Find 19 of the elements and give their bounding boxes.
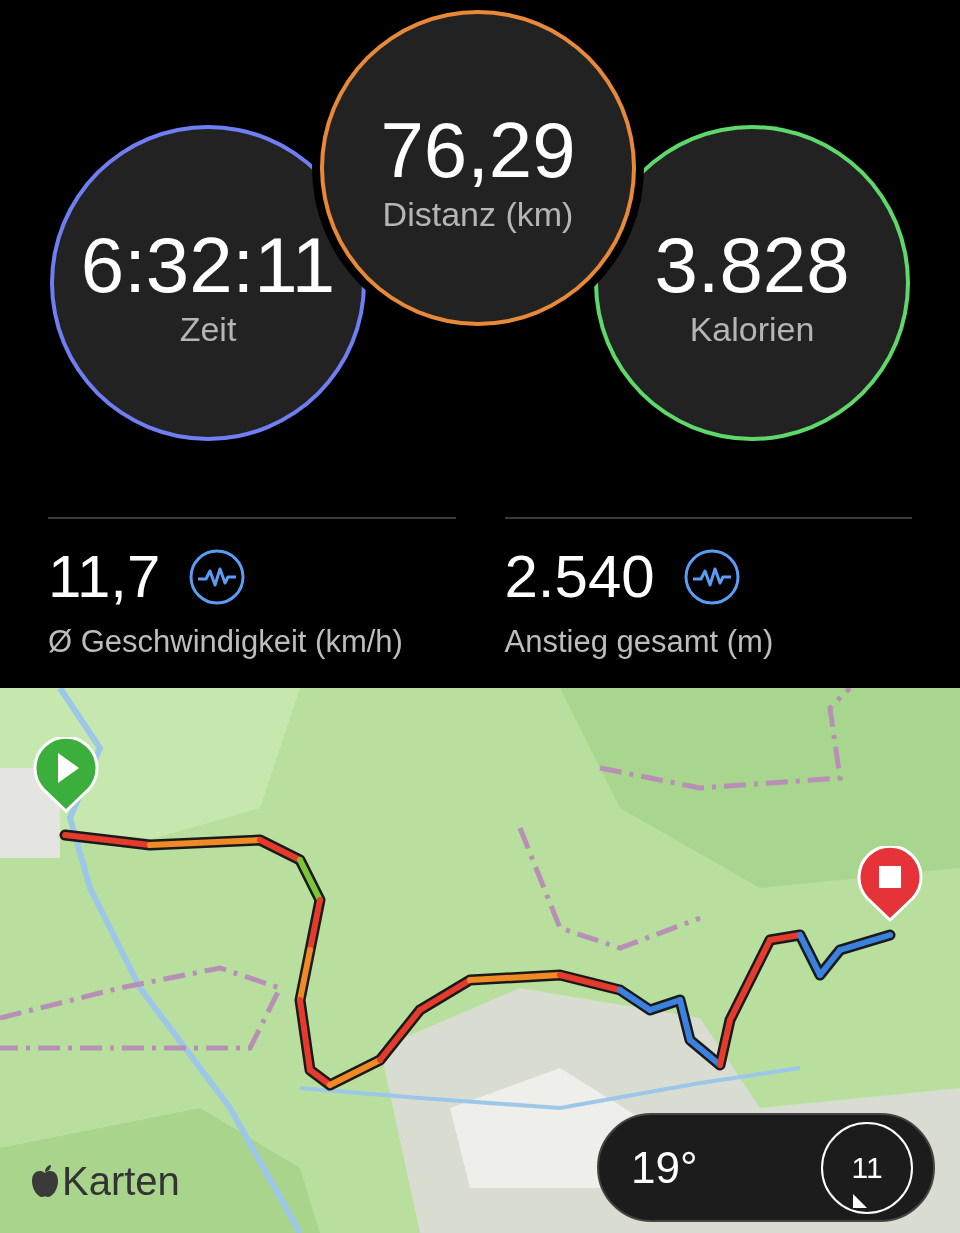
stat-value: 76,29 [380,110,576,189]
metric-label: Ø Geschwindigkeit (km/h) [48,623,404,661]
stat-label: Kalorien [689,308,815,350]
stat-label: Zeit [179,308,237,350]
stat-label: Distanz (km) [382,193,574,235]
compass-button[interactable]: 11 [821,1121,913,1214]
metric-label: Anstieg gesamt (m) [504,623,775,661]
stat-value: 3.828 [654,225,850,304]
apple-logo-icon [30,1164,60,1198]
metric-value: 2.540 [504,547,655,607]
stat-value: 6:32:11 [80,225,336,304]
activity-icon[interactable] [682,548,741,606]
metric-value: 11,7 [48,547,161,607]
activity-icon[interactable] [188,548,247,606]
start-pin-icon[interactable] [33,737,99,813]
compass-needle-icon [853,1193,867,1208]
end-pin-icon[interactable] [857,846,923,922]
temperature-text: 19° [631,1141,698,1194]
map-attribution: Karten [62,1161,180,1201]
